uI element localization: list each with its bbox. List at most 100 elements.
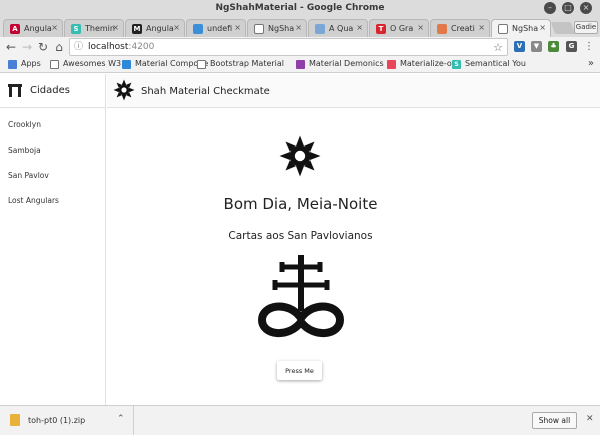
extension-leaf-icon[interactable]: ♣: [548, 41, 559, 52]
sidenav-item-lost-angulars[interactable]: Lost Angulars: [8, 196, 59, 205]
browser-tab[interactable]: A Qua ×: [308, 19, 368, 37]
sulfur-cross-icon: [258, 255, 344, 337]
subtitle-heading: Cartas aos San Pavlovianos: [228, 230, 373, 242]
extension-arrow-icon[interactable]: ▼: [531, 41, 542, 52]
tab-favicon-icon: T: [376, 24, 386, 34]
minimize-icon[interactable]: –: [544, 2, 556, 14]
menu-icon[interactable]: ⋮: [582, 40, 596, 54]
new-tab-button[interactable]: [550, 22, 576, 34]
browser-tab[interactable]: S Themin ×: [64, 19, 124, 37]
bookmarks-overflow-icon[interactable]: »: [588, 58, 594, 69]
browser-toolbar: ← → ↻ ⌂ ⓘ localhost:4200 ☆ V ▼ ♣ G ⋮: [0, 37, 600, 57]
tab-close-icon[interactable]: ×: [112, 23, 119, 32]
show-all-button[interactable]: Show all: [532, 412, 577, 429]
bookmark-item[interactable]: Material Compone: [122, 59, 208, 69]
browser-tab[interactable]: NgSha ×: [491, 19, 551, 37]
tab-label: A Qua: [329, 24, 354, 33]
back-icon[interactable]: ←: [4, 40, 18, 54]
sidenav-header: Cidades: [0, 74, 105, 108]
browser-tab[interactable]: Creati ×: [430, 19, 490, 37]
app-toolbar: Shah Material Checkmate: [107, 74, 600, 108]
info-icon[interactable]: ⓘ: [74, 42, 84, 52]
bookmark-label: Materialize-o: [400, 59, 452, 68]
browser-tab[interactable]: undefi ×: [186, 19, 246, 37]
browser-tab[interactable]: M Angula ×: [125, 19, 185, 37]
extension-v-icon[interactable]: V: [514, 41, 525, 52]
bookmark-label: Semantical You: [465, 59, 526, 68]
reload-icon[interactable]: ↻: [36, 40, 50, 54]
home-icon[interactable]: ⌂: [52, 40, 66, 54]
forward-icon[interactable]: →: [20, 40, 34, 54]
bookmark-favicon-icon: [296, 60, 305, 69]
window-title: NgShahMaterial - Google Chrome: [215, 3, 385, 13]
sidenav-item-crooklyn[interactable]: Crooklyn: [8, 120, 41, 129]
tab-label: O Gra: [390, 24, 414, 33]
browser-tab[interactable]: NgSha ×: [247, 19, 307, 37]
tab-label: Themin: [85, 24, 115, 33]
tab-close-icon[interactable]: ×: [234, 23, 241, 32]
zip-file-icon: [10, 414, 20, 426]
bookmark-star-icon[interactable]: ☆: [493, 41, 503, 54]
browser-tab[interactable]: T O Gra ×: [369, 19, 429, 37]
chevron-up-icon[interactable]: ⌃: [117, 414, 125, 424]
bookmark-label: Awesomes W3: [63, 59, 122, 68]
bookmark-item[interactable]: Bootstrap Material: [197, 59, 285, 69]
sidenav-title: Cidades: [30, 85, 70, 96]
bookmark-label: Apps: [21, 59, 41, 68]
tab-favicon-icon: [193, 24, 203, 34]
bookmark-item[interactable]: Awesomes W3: [50, 59, 122, 69]
close-downloads-icon[interactable]: ✕: [586, 414, 594, 424]
tab-close-icon[interactable]: ×: [417, 23, 424, 32]
browser-tab[interactable]: A Angula ×: [3, 19, 63, 37]
sun-icon: [279, 135, 321, 177]
tab-close-icon[interactable]: ×: [295, 23, 302, 32]
tab-favicon-icon: S: [71, 24, 81, 34]
close-icon[interactable]: ×: [580, 2, 592, 14]
bookmark-favicon-icon: [122, 60, 131, 69]
tab-close-icon[interactable]: ×: [356, 23, 363, 32]
tab-label: undefi: [207, 24, 233, 33]
tab-close-icon[interactable]: ×: [51, 23, 58, 32]
tab-label: NgSha: [512, 24, 539, 33]
bookmark-label: Bootstrap Material: [210, 59, 285, 68]
bookmark-favicon-icon: [8, 60, 17, 69]
tab-close-icon[interactable]: ×: [173, 23, 180, 32]
profile-button[interactable]: Gadie: [574, 21, 598, 34]
bookmark-item[interactable]: Material Demonics: [296, 59, 384, 69]
tab-favicon-icon: [498, 24, 508, 34]
gate-icon: [8, 84, 22, 97]
bookmark-label: Material Demonics: [309, 59, 384, 68]
tab-label: Angula: [24, 24, 52, 33]
main-content: Bom Dia, Meia-Noite Cartas aos San Pavlo…: [107, 109, 600, 405]
press-me-button[interactable]: Press Me: [277, 361, 322, 380]
tab-favicon-icon: M: [132, 24, 142, 34]
download-item[interactable]: toh-pt0 (1).zip ⌃: [0, 406, 134, 435]
tab-strip: A Angula × S Themin × M Angula × undefi × NgSha × A Q…: [0, 18, 600, 37]
bookmark-item[interactable]: Apps: [8, 59, 41, 69]
tab-label: NgSha: [268, 24, 295, 33]
app-root: Cidades Crooklyn Samboja San Pavlov Lost…: [0, 74, 600, 405]
bookmark-item[interactable]: S Semantical You: [452, 59, 526, 69]
tab-favicon-icon: [437, 24, 447, 34]
tab-favicon-icon: [254, 24, 264, 34]
maximize-icon[interactable]: □: [562, 2, 574, 14]
sidenav: Cidades Crooklyn Samboja San Pavlov Lost…: [0, 74, 106, 405]
sidenav-item-samboja[interactable]: Samboja: [8, 146, 41, 155]
address-port: :4200: [128, 42, 155, 52]
tab-close-icon[interactable]: ×: [478, 23, 485, 32]
app-title: Shah Material Checkmate: [141, 86, 270, 97]
bookmark-favicon-icon: S: [452, 60, 461, 69]
address-host: localhost: [88, 42, 129, 52]
extension-g-icon[interactable]: G: [566, 41, 577, 52]
tab-favicon-icon: [315, 24, 325, 34]
sun-logo-icon: [113, 79, 135, 101]
window-title-bar: NgShahMaterial - Google Chrome – □ ×: [0, 0, 600, 18]
download-bar: toh-pt0 (1).zip ⌃ Show all ✕: [0, 405, 600, 435]
page-icon: [197, 60, 206, 69]
page-icon: [50, 60, 59, 69]
bookmark-favicon-icon: [387, 60, 396, 69]
sidenav-item-san-pavlov[interactable]: San Pavlov: [8, 171, 49, 180]
bookmark-item[interactable]: Materialize-o: [387, 59, 452, 69]
address-bar[interactable]: ⓘ localhost:4200 ☆: [69, 38, 508, 56]
tab-close-icon[interactable]: ×: [539, 23, 546, 32]
